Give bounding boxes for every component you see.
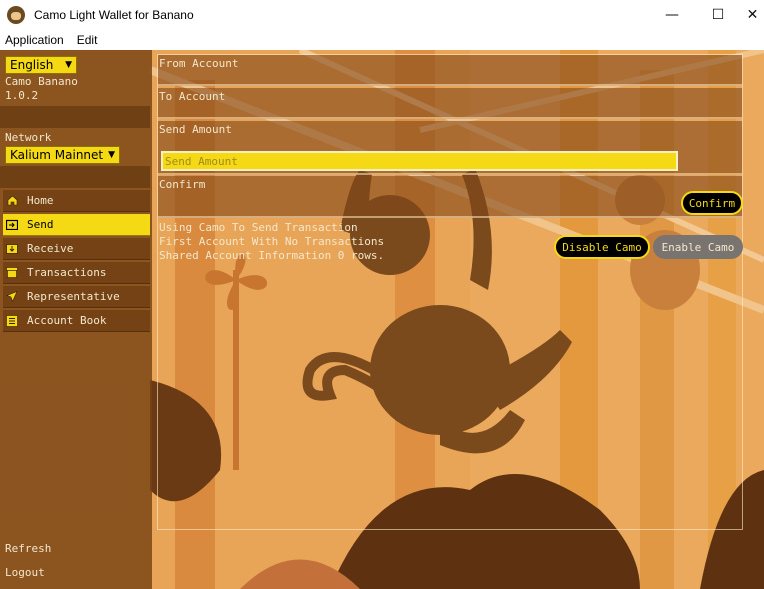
menu-bar: Application Edit (0, 30, 764, 50)
app-area: English ▼ Camo Banano 1.0.2 Network Kali… (0, 50, 764, 589)
sidebar-item-label: Home (27, 194, 54, 207)
window-title: Camo Light Wallet for Banano (34, 8, 194, 22)
sidebar-divider (0, 166, 150, 188)
confirm-button[interactable]: Confirm (681, 191, 743, 215)
to-account-row[interactable]: To Account (158, 88, 742, 119)
language-select[interactable]: English ▼ (5, 56, 77, 74)
sidebar: English ▼ Camo Banano 1.0.2 Network Kali… (0, 50, 152, 589)
network-value: Kalium Mainnet (10, 148, 104, 162)
camo-status: Using Camo To Send Transaction First Acc… (159, 221, 384, 263)
status-line: Using Camo To Send Transaction (159, 221, 358, 234)
maximize-button[interactable]: ☐ (695, 0, 741, 30)
account-book-icon (6, 314, 18, 327)
send-amount-label: Send Amount (159, 123, 232, 136)
enable-camo-button[interactable]: Enable Camo (653, 235, 743, 259)
sidebar-item-label: Account Book (27, 314, 107, 327)
sidebar-item-account-book[interactable]: Account Book (3, 310, 150, 332)
minimize-button[interactable]: — (649, 0, 695, 30)
sidebar-item-representative[interactable]: Representative (3, 286, 150, 308)
confirm-label: Confirm (159, 178, 206, 191)
to-account-label: To Account (159, 90, 226, 103)
send-icon (6, 219, 18, 231)
sidebar-item-home[interactable]: Home (3, 190, 150, 212)
disable-camo-button[interactable]: Disable Camo (554, 235, 650, 259)
send-panel: From Account To Account Send Amount Conf… (157, 54, 743, 530)
transactions-icon (6, 267, 18, 279)
app-version: 1.0.2 (5, 89, 39, 102)
sidebar-item-label: Transactions (27, 266, 107, 279)
representative-icon (6, 291, 18, 303)
menu-application[interactable]: Application (0, 33, 69, 47)
receive-icon (6, 243, 18, 255)
monkey-logo-icon (7, 6, 25, 24)
sidebar-item-label: Receive (27, 242, 74, 255)
sidebar-item-send[interactable]: Send (3, 214, 150, 236)
language-value: English (10, 58, 54, 72)
app-name: Camo Banano (5, 75, 78, 88)
chevron-down-icon: ▼ (108, 150, 115, 160)
network-select[interactable]: Kalium Mainnet ▼ (5, 146, 120, 164)
home-icon (6, 195, 18, 207)
confirm-row: Confirm (158, 176, 742, 218)
sidebar-divider (0, 106, 150, 128)
title-bar: Camo Light Wallet for Banano — ☐ ✕ (0, 0, 764, 30)
send-amount-input[interactable] (161, 151, 678, 171)
status-line: First Account With No Transactions (159, 235, 385, 248)
chevron-down-icon: ▼ (65, 60, 72, 70)
status-line: Shared Account Information 0 rows. (159, 249, 385, 262)
close-button[interactable]: ✕ (741, 0, 764, 30)
sidebar-item-transactions[interactable]: Transactions (3, 262, 150, 284)
network-label: Network (5, 131, 52, 144)
sidebar-item-receive[interactable]: Receive (3, 238, 150, 260)
from-account-row[interactable]: From Account (158, 55, 742, 86)
sidebar-item-label: Representative (27, 290, 120, 303)
refresh-link[interactable]: Refresh (5, 542, 51, 555)
from-account-label: From Account (159, 57, 239, 70)
logout-link[interactable]: Logout (5, 566, 45, 579)
sidebar-item-label: Send (27, 218, 54, 231)
menu-edit[interactable]: Edit (72, 33, 103, 47)
